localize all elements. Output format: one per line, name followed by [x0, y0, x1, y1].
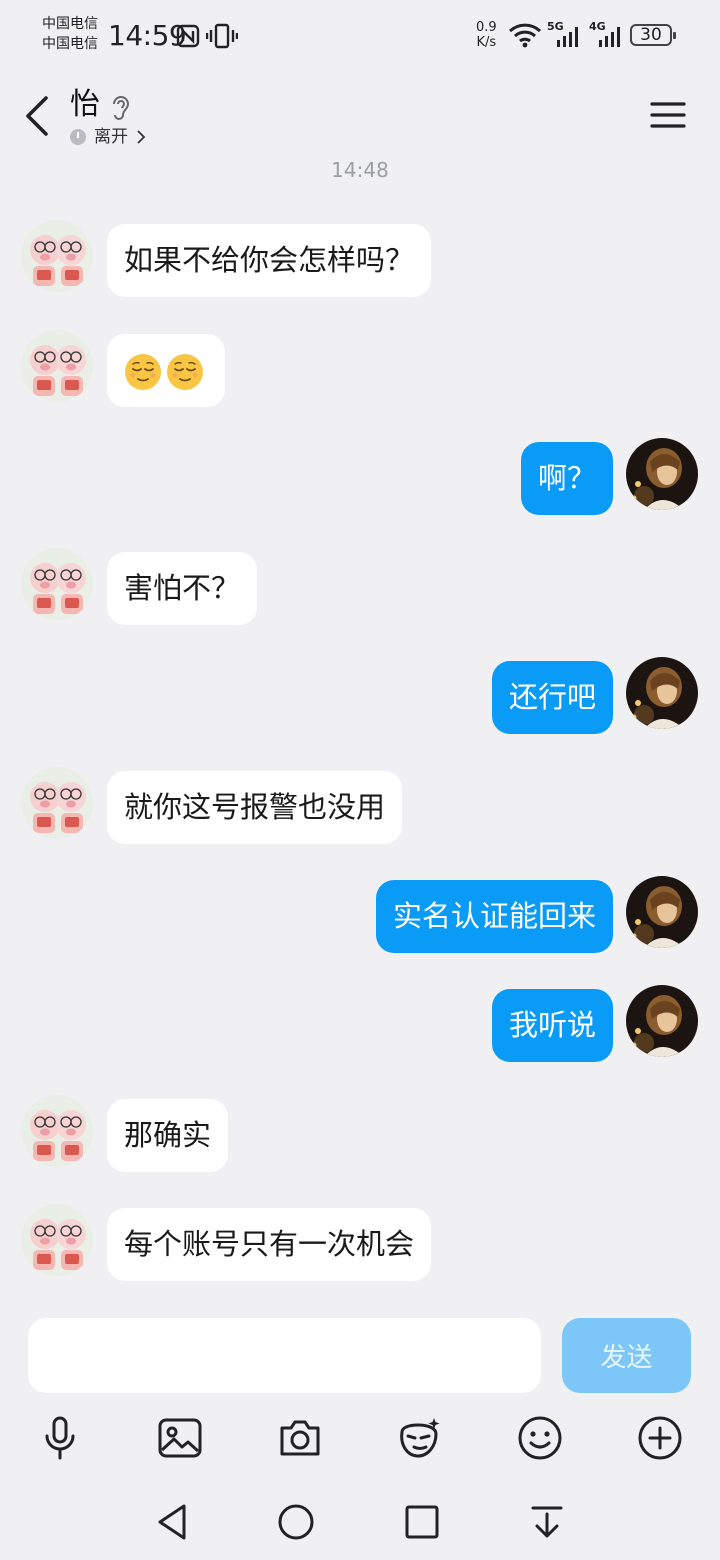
back-arrow-icon[interactable] — [16, 90, 60, 142]
message-bubble[interactable]: 还行吧 — [491, 661, 613, 734]
input-bar: 发送 — [0, 1308, 720, 1408]
message-input[interactable] — [28, 1318, 541, 1393]
relieved-face-icon — [125, 354, 161, 390]
sticker-face-icon[interactable] — [396, 1414, 444, 1462]
emoji-icon[interactable] — [516, 1414, 564, 1462]
wifi-icon — [508, 23, 542, 48]
plus-icon[interactable] — [636, 1414, 684, 1462]
message-bubble[interactable]: 我听说 — [491, 989, 613, 1062]
network-speed-unit: K/s — [476, 35, 497, 50]
network-speed-value: 0.9 — [476, 20, 497, 35]
status-bar: 中国电信 中国电信 14:59 0.9 K/s 5G 4G 30 — [0, 0, 720, 72]
message-bubble[interactable] — [107, 334, 225, 407]
incoming-message — [0, 330, 720, 410]
nav-home-icon[interactable] — [274, 1500, 318, 1544]
message-bubble[interactable]: 就你这号报警也没用 — [107, 771, 403, 844]
contact-name[interactable]: 怡 — [70, 86, 100, 124]
my-avatar[interactable] — [626, 876, 698, 948]
nfc-icon — [176, 24, 200, 48]
contact-avatar[interactable] — [21, 767, 93, 839]
my-avatar[interactable] — [626, 985, 698, 1057]
message-text: 实名认证能回来 — [392, 899, 596, 933]
network-speed: 0.9 K/s — [476, 20, 497, 50]
my-avatar[interactable] — [626, 657, 698, 729]
contact-avatar[interactable] — [21, 1095, 93, 1167]
outgoing-message: 实名认证能回来 — [0, 876, 720, 956]
outgoing-message: 啊？ — [0, 438, 720, 518]
chat-header: 怡 离开 — [0, 72, 720, 162]
message-bubble[interactable]: 害怕不？ — [107, 552, 258, 625]
contact-avatar[interactable] — [21, 330, 93, 402]
message-text: 那确实 — [124, 1118, 212, 1152]
battery-icon: 30 — [630, 24, 676, 46]
message-text: 如果不给你会怎样吗？ — [124, 243, 415, 277]
outgoing-message: 还行吧 — [0, 657, 720, 737]
send-button[interactable]: 发送 — [562, 1318, 691, 1393]
vibrate-icon — [206, 23, 238, 49]
presence-label: 离开 — [94, 127, 128, 147]
message-text: 就你这号报警也没用 — [124, 790, 386, 824]
incoming-message: 就你这号报警也没用 — [0, 767, 720, 847]
chat-toolbar — [0, 1400, 720, 1476]
my-avatar[interactable] — [626, 438, 698, 510]
message-bubble[interactable]: 如果不给你会怎样吗？ — [107, 224, 432, 297]
message-bubble[interactable]: 实名认证能回来 — [375, 880, 613, 953]
relieved-face-icon — [167, 354, 203, 390]
ear-icon[interactable] — [110, 92, 132, 122]
message-text: 啊？ — [537, 461, 596, 495]
image-icon[interactable] — [156, 1414, 204, 1462]
contact-avatar[interactable] — [21, 220, 93, 292]
incoming-message: 害怕不？ — [0, 548, 720, 628]
chevron-right-icon — [137, 130, 146, 144]
message-bubble[interactable]: 啊？ — [520, 442, 613, 515]
message-timestamp: 14:48 — [331, 158, 389, 182]
message-bubble[interactable]: 每个账号只有一次机会 — [107, 1208, 432, 1281]
system-nav-bar — [0, 1484, 720, 1560]
carrier-1: 中国电信 — [42, 16, 98, 32]
camera-icon[interactable] — [276, 1414, 324, 1462]
contact-avatar[interactable] — [21, 548, 93, 620]
menu-icon[interactable] — [648, 98, 688, 132]
carrier-labels: 中国电信 中国电信 — [42, 14, 98, 54]
clock: 14:59 — [108, 19, 187, 52]
nav-back-icon[interactable] — [150, 1500, 194, 1544]
clock-status-icon — [70, 129, 86, 145]
incoming-message: 每个账号只有一次机会 — [0, 1204, 720, 1284]
message-text: 害怕不？ — [124, 571, 241, 605]
nav-recents-icon[interactable] — [400, 1500, 444, 1544]
chat-area[interactable]: 14:48 如果不给你会怎样吗？ 啊？ 害怕不？ 还行吧就你这号报警也没用实名认证能回… — [0, 150, 720, 1310]
incoming-message: 那确实 — [0, 1095, 720, 1175]
contact-avatar[interactable] — [21, 1204, 93, 1276]
presence-status[interactable]: 离开 — [70, 126, 148, 148]
signal-5g-icon: 5G — [547, 20, 581, 48]
incoming-message: 如果不给你会怎样吗？ — [0, 220, 720, 300]
message-bubble[interactable]: 那确实 — [107, 1099, 229, 1172]
message-text: 我听说 — [508, 1008, 596, 1042]
carrier-2: 中国电信 — [42, 36, 98, 52]
outgoing-message: 我听说 — [0, 985, 720, 1065]
nav-notification-icon[interactable] — [525, 1500, 569, 1544]
microphone-icon[interactable] — [36, 1414, 84, 1462]
signal-4g-icon: 4G — [589, 20, 623, 48]
message-text: 还行吧 — [508, 680, 596, 714]
message-text: 每个账号只有一次机会 — [124, 1227, 415, 1261]
